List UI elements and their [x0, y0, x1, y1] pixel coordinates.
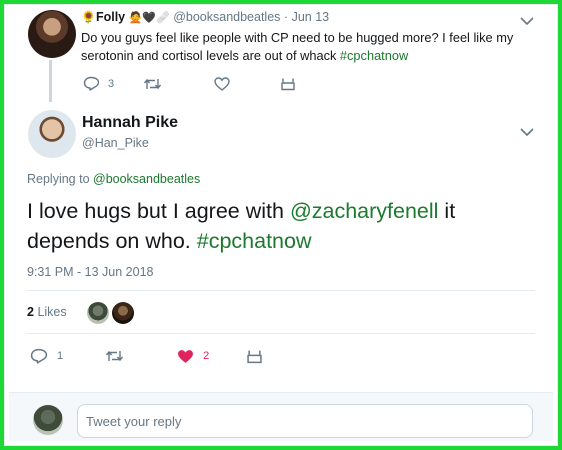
parent-tweet-date[interactable]: Jun 13: [292, 10, 330, 24]
reply-input[interactable]: [77, 404, 533, 438]
likes-count: 2: [27, 305, 34, 319]
parent-avatar[interactable]: [28, 10, 76, 58]
parent-tweet-body: Do you guys feel like people with CP nee…: [81, 30, 514, 63]
replying-to-label: Replying to: [27, 172, 94, 186]
reply-icon: [30, 348, 48, 364]
name-emoji-bandage-icon: 🩹: [156, 12, 170, 24]
likes-label: Likes: [37, 305, 67, 319]
direct-message-icon: [247, 350, 262, 363]
main-author-name[interactable]: Hannah Pike: [82, 114, 178, 132]
mention-link[interactable]: @zacharyfenell: [290, 199, 439, 223]
parent-separator-dot: ·: [283, 10, 289, 24]
replying-to-line: Replying to @booksandbeatles: [27, 172, 200, 186]
reply-button[interactable]: 1: [30, 348, 63, 364]
reply-count: 1: [57, 350, 64, 362]
name-emoji-sunflower-icon: 🌻: [81, 10, 96, 24]
parent-tweet-text: Do you guys feel like people with CP nee…: [81, 29, 521, 65]
thread-connector: [49, 60, 52, 102]
like-button[interactable]: 2: [177, 349, 209, 364]
direct-message-icon: [281, 78, 295, 90]
name-emoji-woman-gesturing-icon: 🙅: [128, 12, 143, 24]
parent-like-button[interactable]: [214, 76, 230, 91]
parent-tweet-actions: 3: [83, 76, 295, 91]
main-author-handle[interactable]: @Han_Pike: [82, 136, 149, 150]
parent-tweet-header: 🌻Folly 🙅🖤🩹 @booksandbeatles · Jun 13: [81, 10, 329, 24]
divider-bottom: [27, 333, 535, 334]
heart-icon: [214, 76, 230, 91]
main-tweet-text: I love hugs but I agree with @zacharyfen…: [27, 196, 537, 256]
heart-filled-icon: [178, 349, 194, 363]
like-count: 2: [203, 350, 210, 362]
message-button[interactable]: [247, 349, 262, 364]
main-hashtag-link[interactable]: #cpchatnow: [197, 229, 312, 253]
parent-author-handle[interactable]: @booksandbeatles: [173, 10, 280, 24]
reply-icon: [83, 76, 100, 91]
main-text-part-1: I love hugs but I agree with: [27, 199, 290, 223]
main-more-chevron-down-icon[interactable]: [519, 126, 535, 138]
parent-message-button[interactable]: [281, 77, 295, 91]
retweet-icon: [144, 78, 162, 89]
liker-avatar[interactable]: [87, 302, 109, 324]
parent-reply-button[interactable]: 3: [83, 76, 114, 91]
retweet-button[interactable]: [105, 349, 124, 363]
replying-to-handle[interactable]: @booksandbeatles: [93, 172, 200, 186]
parent-reply-count: 3: [108, 77, 115, 90]
parent-author-name[interactable]: Folly: [96, 10, 125, 24]
parent-hashtag-link[interactable]: #cpchatnow: [340, 48, 408, 63]
parent-more-chevron-down-icon[interactable]: [519, 15, 535, 27]
retweet-icon: [106, 350, 124, 362]
divider-top: [27, 290, 535, 291]
parent-retweet-button[interactable]: [143, 77, 162, 91]
current-user-avatar: [33, 405, 63, 435]
main-tweet-actions: 1 2: [30, 348, 262, 364]
tweet-timestamp[interactable]: 9:31 PM - 13 Jun 2018: [27, 265, 153, 279]
main-author-avatar[interactable]: [28, 110, 76, 158]
likes-summary[interactable]: 2 Likes: [27, 305, 67, 319]
name-emoji-black-heart-icon: 🖤: [142, 12, 157, 24]
liker-avatar[interactable]: [112, 302, 134, 324]
